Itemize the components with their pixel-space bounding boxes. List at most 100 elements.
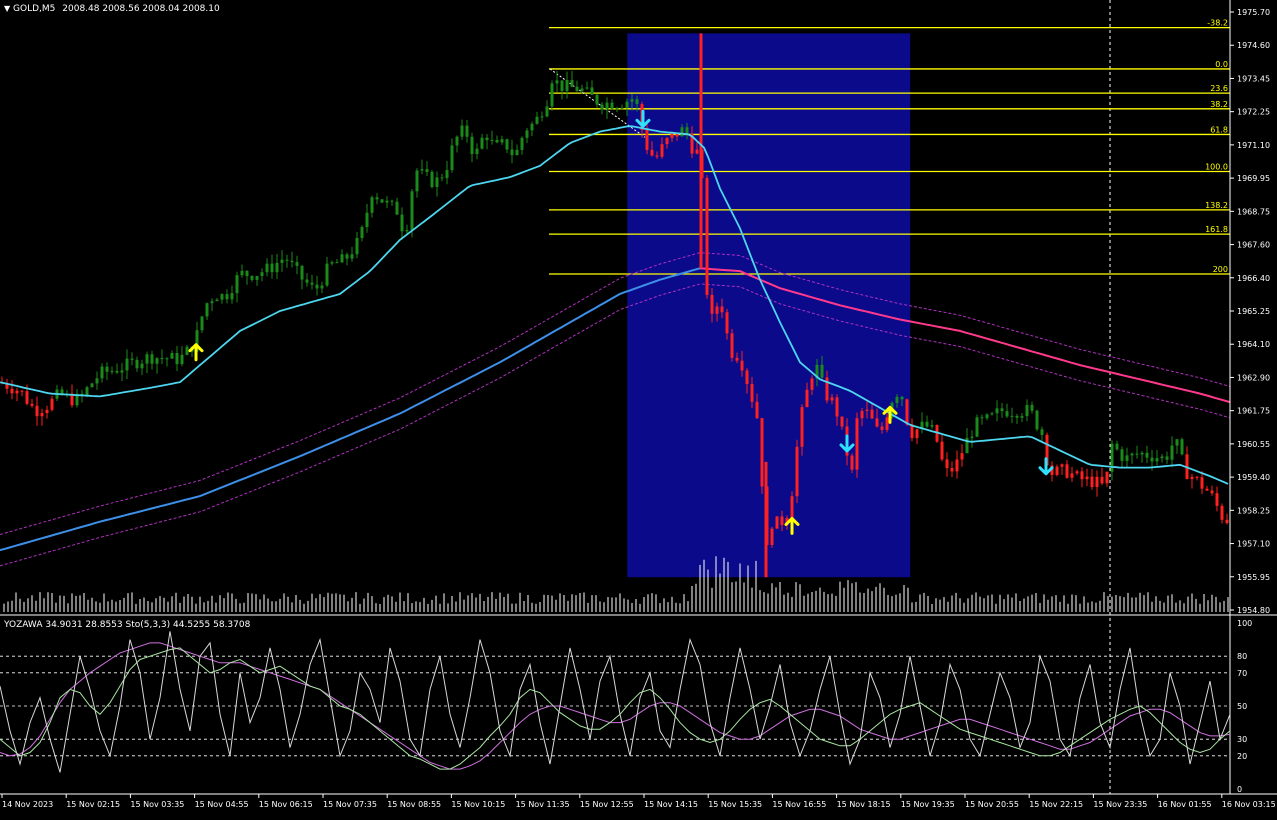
candle-body: [1195, 476, 1199, 478]
candle-body: [320, 285, 324, 289]
candle-body: [1075, 471, 1079, 474]
candle-body: [725, 312, 729, 334]
candle-body: [985, 414, 989, 419]
candle-body: [420, 169, 424, 171]
osc-level-label: 80: [1237, 652, 1247, 661]
price-tick-label: 1965.25: [1237, 307, 1270, 316]
candle-body: [735, 357, 739, 361]
candle-body: [530, 123, 534, 131]
candle-body: [1165, 456, 1169, 460]
candle-body: [1135, 453, 1139, 455]
candle-body: [1200, 477, 1204, 489]
fib-label: 100.0: [1205, 162, 1228, 171]
fib-label: 200: [1213, 265, 1228, 274]
candle-body: [1020, 416, 1024, 418]
candle-body: [655, 155, 659, 157]
candle-body: [345, 254, 349, 259]
candle-body: [630, 99, 634, 102]
candle-body: [1010, 415, 1014, 417]
candle-body: [1120, 449, 1124, 461]
candle-body: [1145, 452, 1149, 458]
candle-body: [460, 125, 464, 137]
osc-level-label: 70: [1237, 669, 1247, 678]
candle-body: [1220, 505, 1224, 520]
candle-body: [335, 262, 339, 264]
candle-body: [300, 265, 304, 280]
candle-body: [685, 127, 689, 134]
chart-area[interactable]: -38.2 0.0 23.6 38.2 61.8 100.0 138.2 161.8 200 19…: [0, 0, 1277, 816]
candle-body: [255, 276, 259, 280]
candle-body: [340, 254, 344, 263]
candle-body: [355, 237, 359, 255]
candle-body: [980, 417, 984, 419]
candle-body: [715, 306, 719, 314]
candle-body: [90, 383, 94, 388]
candle-body: [385, 200, 389, 203]
price-tick-label: 1966.40: [1237, 274, 1270, 283]
symbol-name: GOLD,M5: [13, 4, 56, 14]
candle-body: [160, 358, 164, 360]
candle-body: [660, 144, 664, 157]
candle-body: [240, 270, 244, 276]
candle-body: [885, 417, 889, 430]
candle-body: [1140, 452, 1144, 455]
candle-body: [265, 263, 269, 273]
candle-body: [175, 353, 179, 365]
osc-level-label: 30: [1237, 735, 1247, 744]
candle-body: [915, 429, 919, 439]
candle-body: [275, 262, 279, 273]
candle-body: [375, 197, 379, 200]
candle-body: [125, 358, 129, 371]
candle-body: [150, 354, 154, 364]
candle-body: [485, 137, 489, 141]
fib-label: 138.2: [1205, 201, 1228, 210]
candle-body: [510, 149, 514, 156]
candle-body: [360, 227, 364, 238]
candle-body: [1025, 404, 1029, 417]
candle-body: [950, 468, 954, 472]
candle-body: [800, 407, 804, 447]
candle-body: [520, 137, 524, 150]
candle-body: [745, 370, 749, 385]
time-tick-label: 15 Nov 07:35: [323, 800, 377, 809]
candle-body: [470, 136, 474, 155]
candle-body: [755, 401, 759, 419]
candle-body: [770, 528, 774, 545]
candle-body: [250, 275, 254, 280]
candle-body: [305, 279, 309, 283]
price-tick-label: 1964.10: [1237, 340, 1270, 349]
candle-body: [610, 102, 614, 109]
candle-body: [970, 436, 974, 438]
candle-body: [205, 303, 209, 317]
candle-body: [15, 390, 19, 394]
price-tick-label: 1959.40: [1237, 473, 1270, 482]
candle-body: [850, 455, 854, 470]
candle-body: [535, 116, 539, 124]
candle-body: [925, 421, 929, 427]
candle-body: [605, 102, 609, 110]
candle-body: [170, 353, 174, 359]
candle-body: [10, 388, 14, 394]
candle-body: [165, 358, 169, 360]
candle-body: [880, 426, 884, 430]
candle-body: [830, 397, 834, 401]
candle-body: [390, 200, 394, 202]
time-tick-label: 15 Nov 06:15: [259, 800, 313, 809]
candle-body: [285, 259, 289, 261]
dropdown-triangle-icon[interactable]: ▼: [4, 4, 10, 13]
candle-body: [570, 79, 574, 87]
fib-label: 61.8: [1210, 125, 1228, 134]
candle-body: [680, 127, 684, 137]
price-tick-label: 1972.25: [1237, 108, 1270, 117]
candle-body: [95, 378, 99, 384]
candle-body: [290, 260, 294, 263]
candle-body: [140, 363, 144, 369]
candle-body: [1175, 439, 1179, 446]
candle-body: [270, 263, 274, 273]
candle-body: [710, 294, 714, 314]
candle-body: [225, 294, 229, 300]
candle-body: [695, 149, 699, 154]
price-tick-label: 1954.80: [1237, 606, 1270, 615]
time-tick-label: 15 Nov 02:15: [66, 800, 120, 809]
candle-body: [995, 408, 999, 414]
